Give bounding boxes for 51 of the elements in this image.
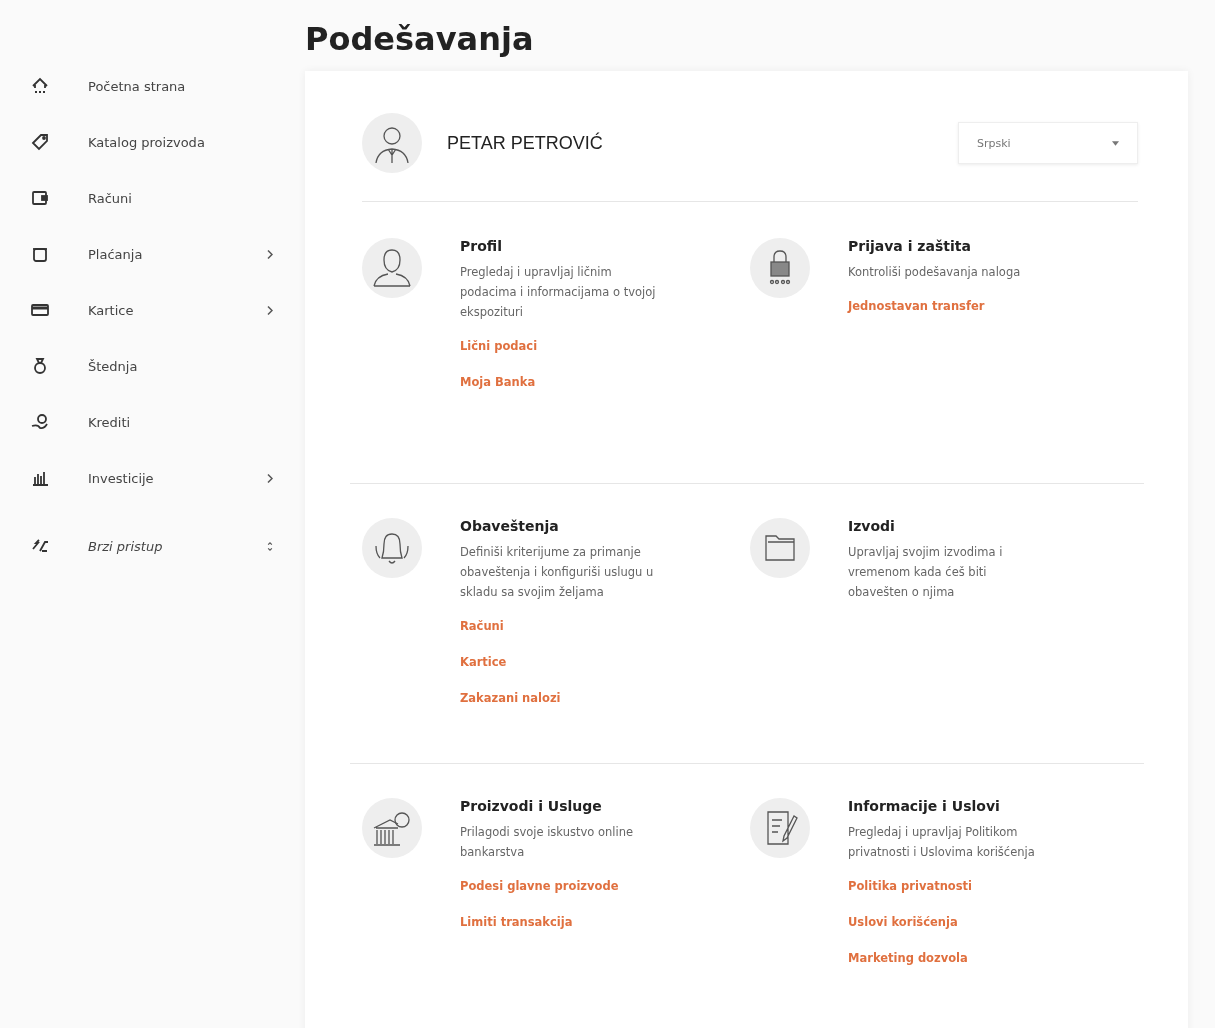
chevron-right-icon bbox=[267, 304, 273, 316]
caret-down-icon bbox=[1112, 140, 1119, 146]
section-link[interactable]: Kartice bbox=[460, 644, 660, 681]
section-title: Informacije i Uslovi bbox=[848, 798, 1001, 815]
person-icon bbox=[362, 238, 422, 299]
sidebar-item[interactable]: Plaćanja bbox=[30, 226, 275, 282]
sidebar-item[interactable]: Kartice bbox=[30, 282, 275, 338]
user-avatar-icon bbox=[362, 113, 422, 174]
padlock-icon bbox=[750, 238, 810, 299]
up-down-chevron-icon bbox=[267, 540, 273, 552]
section-description: Kontroliši podešavanja naloga bbox=[848, 264, 1022, 282]
section-title: Profil bbox=[460, 238, 503, 255]
document-pen-icon bbox=[750, 798, 810, 859]
sidebar-item[interactable]: Početna strana bbox=[30, 58, 275, 114]
user-name: PETAR PETROVIĆ bbox=[447, 132, 604, 154]
hand-coin-icon bbox=[30, 412, 50, 432]
chevron-right-icon bbox=[267, 472, 273, 484]
page-title: Podešavanja bbox=[305, 22, 535, 58]
section-link[interactable]: Limiti transakcija bbox=[460, 904, 660, 941]
section-description: Definiši kriterijume za primanje obaveštenja i konfiguriši uslugu u skladu sa svojim željama bbox=[460, 544, 655, 602]
wallet-icon bbox=[30, 188, 50, 208]
section-title: Proizvodi i Usluge bbox=[460, 798, 603, 815]
section-description: Pregledaj i upravljaj ličnim podacima i informacijama o tvojoj ekspozituri bbox=[460, 264, 657, 322]
tag-icon bbox=[30, 132, 50, 152]
section-link[interactable]: Podesi glavne proizvode bbox=[460, 868, 660, 905]
section-description: Upravljaj svojim izvodima i vremenom kada ćeš biti obavešten o njima bbox=[848, 544, 1004, 602]
section-title: Obaveštenja bbox=[460, 518, 560, 535]
section-description: Prilagodi svoje iskustvo online bankarstva bbox=[460, 824, 634, 862]
sidebar-item[interactable]: Investicije bbox=[30, 450, 275, 506]
sidebar-item[interactable]: Računi bbox=[30, 170, 275, 226]
section-description: Pregledaj i upravljaj Politikom privatnosti i Uslovima korišćenja bbox=[848, 824, 1036, 862]
section-link[interactable]: Računi bbox=[460, 608, 660, 645]
section-link[interactable]: Moja Banka bbox=[460, 364, 660, 401]
building-coin-icon bbox=[362, 798, 422, 859]
sidebar-item[interactable]: Štednja bbox=[30, 338, 275, 394]
section-link[interactable]: Uslovi korišćenja bbox=[848, 904, 1048, 941]
section-link[interactable]: Zakazani nalozi bbox=[460, 680, 660, 717]
section-title: Izvodi bbox=[848, 518, 896, 535]
chevron-right-icon bbox=[267, 248, 273, 260]
bell-icon bbox=[362, 518, 422, 579]
sidebar-item[interactable]: Krediti bbox=[30, 394, 275, 450]
section-link[interactable]: Marketing dozvola bbox=[848, 940, 1048, 977]
sidebar-item[interactable]: Katalog proizvoda bbox=[30, 114, 275, 170]
section-title: Prijava i zaštita bbox=[848, 238, 972, 255]
section-link[interactable]: Politika privatnosti bbox=[848, 868, 1048, 905]
section-link[interactable]: Lični podaci bbox=[460, 328, 660, 365]
language-select[interactable]: Srpski bbox=[958, 122, 1138, 165]
sidebar-item[interactable]: Brzi pristup bbox=[30, 518, 275, 574]
folder-icon bbox=[750, 518, 810, 579]
home-icon bbox=[30, 76, 50, 96]
section-link[interactable]: Jednostavan transfer bbox=[848, 288, 1048, 325]
